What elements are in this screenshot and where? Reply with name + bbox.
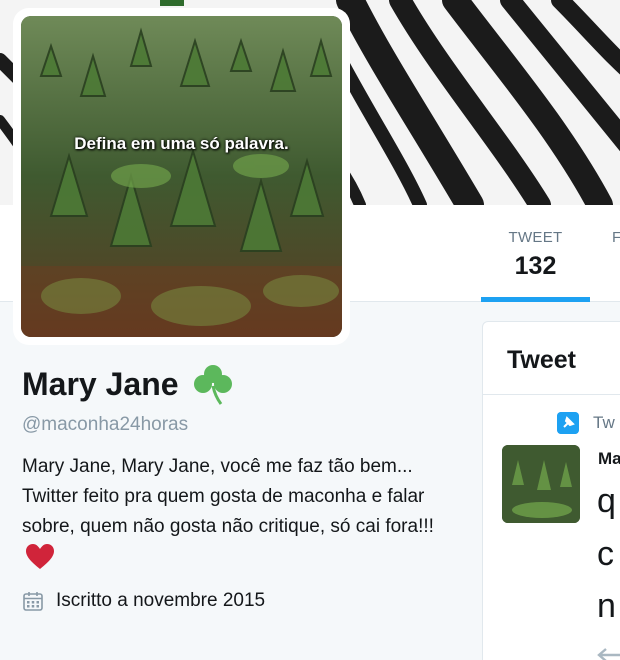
timeline-title: Tweet — [507, 346, 576, 374]
tweets-stat-label: TWEET — [508, 229, 563, 246]
bio-text: Mary Jane, Mary Jane, você me faz tão be… — [22, 456, 434, 537]
author-avatar-image — [502, 445, 580, 523]
pinned-label: Tw — [593, 413, 615, 432]
pin-icon — [557, 412, 579, 434]
tweet-text-line: q — [597, 482, 616, 520]
profile-page: TWEET 132 F Defina em uma só palavra. Ma… — [0, 0, 620, 660]
tweet-text-line: c — [597, 535, 614, 573]
tweet-author-name[interactable]: Ma — [598, 449, 620, 469]
join-date: Iscritto a novembre 2015 — [56, 590, 266, 611]
profile-handle[interactable]: @maconha24horas — [22, 414, 462, 436]
timeline-header: Tweet — [483, 322, 620, 395]
tweet-text-line: n — [597, 587, 616, 625]
profile-card: Mary Jane @maconha24horas Mary Jane, Mar… — [22, 362, 462, 612]
pinned-tweet-context: Tw — [557, 412, 615, 434]
tweet-timeline: Tweet Tw Ma q c n — [482, 321, 620, 660]
reply-icon[interactable] — [596, 647, 620, 660]
heart-icon — [26, 543, 54, 569]
calendar-icon — [23, 592, 43, 611]
tab-tweets[interactable]: TWEET 132 — [481, 205, 590, 302]
tweets-stat-count: 132 — [514, 252, 557, 280]
active-tab-indicator — [481, 297, 590, 302]
join-date-row: Iscritto a novembre 2015 — [22, 590, 462, 612]
avatar-caption: Defina em uma só palavra. — [74, 134, 289, 153]
plants-photo — [21, 16, 342, 337]
shamrock-icon — [193, 365, 232, 405]
profile-bio: Mary Jane, Mary Jane, você me faz tão be… — [22, 452, 442, 572]
avatar-image: Defina em uma só palavra. — [21, 16, 342, 337]
tab-following-partial[interactable]: F — [612, 229, 620, 246]
profile-avatar[interactable]: Defina em uma só palavra. — [13, 8, 350, 345]
tweet-author-avatar[interactable] — [502, 445, 580, 523]
name-row: Mary Jane — [22, 362, 462, 406]
profile-name: Mary Jane — [22, 365, 179, 402]
